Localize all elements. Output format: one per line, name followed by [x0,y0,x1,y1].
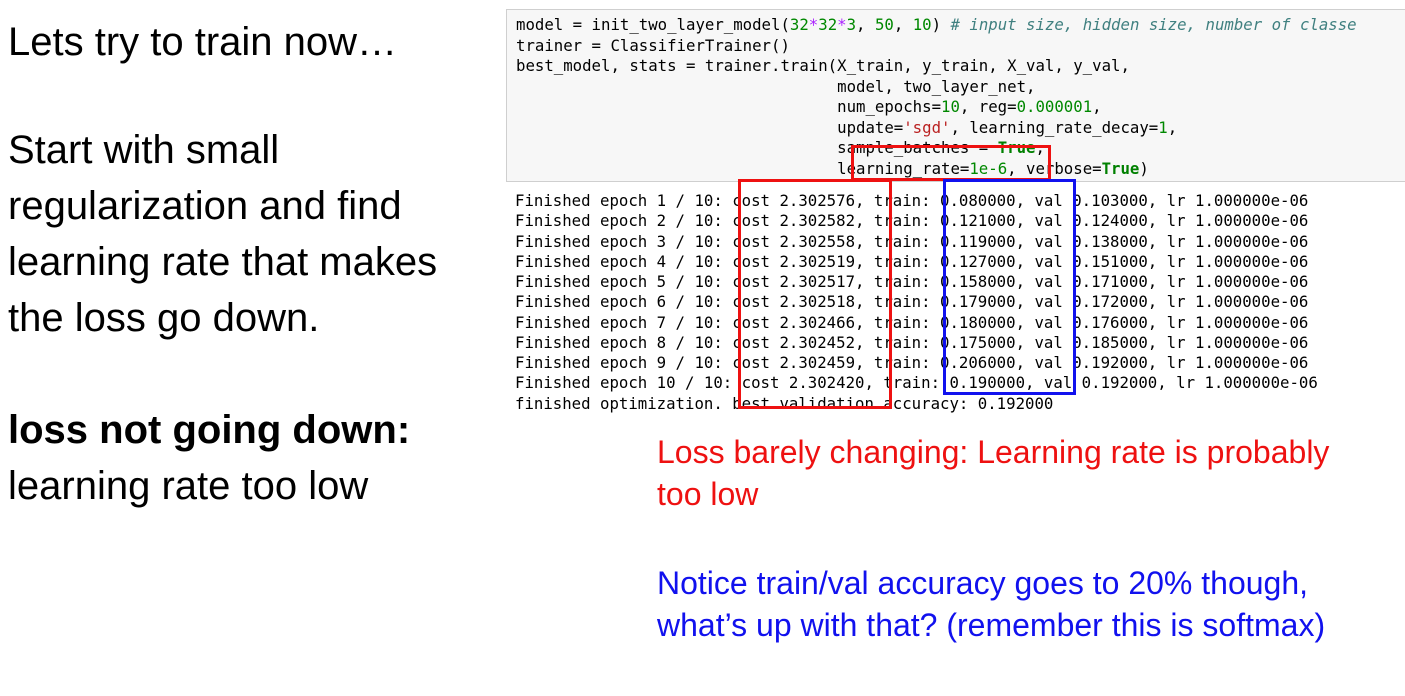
code-token: 50 [874,15,894,34]
code-token: True [1101,158,1140,178]
cost-column-highlight-box [738,179,892,409]
code-token: , [856,15,875,34]
code-token: best_model, stats = trainer.train(X_trai… [516,56,1130,75]
code-token: , [1167,117,1178,137]
code-token: 1 [1158,117,1168,137]
code-token: , [1092,97,1102,116]
code-token: num_epochs= [516,97,942,116]
code-line: trainer = ClassifierTrainer() [516,36,1405,57]
code-token: * [837,15,847,34]
instruction-paragraph: Start with small regularization and find… [8,128,438,340]
code-token: model, two_layer_net, [516,76,1036,96]
blue-annotation-note: Notice train/val accuracy goes to 20% th… [657,565,1326,643]
code-token: , reg= [959,97,1017,116]
code-token: , [893,15,913,34]
code-token: 10 [912,15,932,34]
code-line: model = init_two_layer_model(32*32*3, 50… [516,15,1405,36]
code-token: 32 [789,15,809,34]
learning-rate-highlight-box [851,145,1051,181]
code-line: update='sgd', learning_rate_decay=1, [516,118,1405,139]
code-token: , learning_rate_decay= [950,117,1159,137]
code-token: * [808,15,819,34]
code-token: 'sgd' [903,117,951,137]
code-token: 32 [818,15,838,34]
code-line: num_epochs=10, reg=0.000001, [516,97,1405,118]
conclusion: loss not going down: learning rate too l… [8,402,498,514]
code-token: model = init_two_layer_model( [516,15,790,34]
code-token: ) [1139,158,1149,178]
code-token: ) [931,15,951,34]
slide-heading: Lets try to train now… [8,20,398,64]
conclusion-heading: loss not going down: [8,408,411,452]
output-line: finished optimization. best validation a… [515,393,1054,413]
code-token: update= [516,117,904,137]
left-text-panel: Lets try to train now… Start with small … [8,14,498,514]
code-token: trainer = ClassifierTrainer() [516,35,790,55]
red-annotation-note: Loss barely changing: Learning rate is p… [657,434,1330,512]
code-line: best_model, stats = trainer.train(X_trai… [516,56,1405,77]
accuracy-column-highlight-box [943,179,1076,395]
code-token: # input size, hidden size, number of cla… [950,15,1357,34]
conclusion-text: learning rate too low [8,464,369,508]
code-token: 10 [941,97,960,116]
code-token: 0.000001 [1016,97,1093,116]
code-token: 3 [846,15,857,34]
code-line: model, two_layer_net, [516,77,1405,98]
